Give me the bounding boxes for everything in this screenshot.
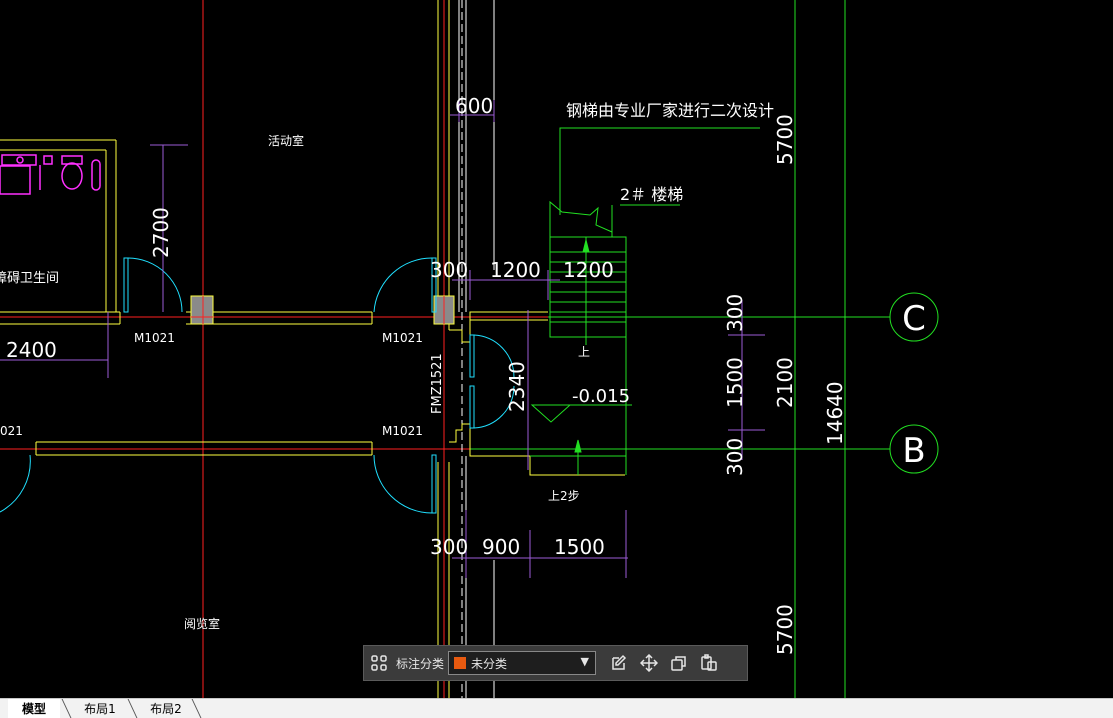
category-label: 标注分类: [396, 656, 445, 671]
tab-divider: [61, 699, 72, 718]
columns: [190, 295, 455, 325]
dim-2340: 2340: [505, 361, 529, 412]
dim-300-top: 300: [430, 258, 468, 282]
annotation-toolbar: 标注分类 未分类 ▼: [363, 645, 748, 681]
move-icon[interactable]: [634, 648, 664, 678]
grid-bubble-c[interactable]: C: [889, 292, 939, 342]
svg-text:B: B: [902, 431, 925, 471]
dim-5700-bottom: 5700: [773, 604, 797, 655]
layout-tab-bar: 模型 布局1 布局2: [0, 698, 1113, 718]
elevation-label: -0.015: [572, 386, 630, 407]
cad-drawing-canvas[interactable]: C B 活动室 阅览室 障碍卫生间 钢梯由专业厂家进行二次设计 2＃ 楼梯 -0…: [0, 0, 1113, 698]
door-label-partial: 021: [0, 424, 23, 438]
tab-layout-1[interactable]: 布局1: [72, 699, 128, 718]
paste-icon[interactable]: [694, 648, 724, 678]
dim-5700-top: 5700: [773, 114, 797, 165]
dim-2100: 2100: [773, 357, 797, 408]
tab-layout-2[interactable]: 布局2: [138, 699, 194, 718]
up2-label: 上2步: [548, 489, 580, 503]
door-label-fmz1521: FMZ1521: [430, 353, 445, 414]
dim-1500-horizontal: 1500: [554, 535, 605, 559]
door-label-m1021-b: M1021: [382, 331, 423, 345]
svg-text:C: C: [902, 299, 926, 339]
copy-icon[interactable]: [664, 648, 694, 678]
stair-name: 2＃ 楼梯: [620, 185, 683, 204]
dim-600: 600: [455, 94, 493, 118]
dim-300-right-top: 300: [723, 294, 747, 332]
room-label-reading: 阅览室: [184, 616, 220, 631]
up-label: 上: [578, 345, 590, 359]
grid-icon[interactable]: [364, 648, 394, 678]
door-label-m1021-a: M1021: [134, 331, 175, 345]
door-label-m1021-c: M1021: [382, 424, 423, 438]
dim-1200-b: 1200: [563, 258, 614, 282]
stair-note: 钢梯由专业厂家进行二次设计: [566, 101, 774, 120]
category-value: 未分类: [471, 656, 508, 671]
room-label-activity: 活动室: [268, 133, 304, 148]
dim-2700: 2700: [149, 207, 173, 258]
category-select[interactable]: 未分类 ▼: [448, 651, 597, 675]
tab-divider: [127, 699, 138, 718]
room-label-toilet: 障碍卫生间: [0, 271, 59, 286]
dim-14640: 14640: [823, 381, 847, 445]
dim-900: 900: [482, 535, 520, 559]
chevron-down-icon: ▼: [580, 655, 590, 668]
dim-300-bottom: 300: [430, 535, 468, 559]
category-swatch: [454, 657, 467, 669]
edit-icon[interactable]: [604, 648, 634, 678]
dim-1500-vertical: 1500: [723, 357, 747, 408]
dim-300-right-bottom: 300: [723, 438, 747, 476]
walls: [0, 0, 625, 698]
dim-2400: 2400: [6, 338, 57, 362]
toilet-fixtures: [0, 154, 101, 195]
tab-model[interactable]: 模型: [8, 699, 60, 718]
grid-bubble-b[interactable]: B: [889, 424, 939, 474]
dim-1200-a: 1200: [490, 258, 541, 282]
